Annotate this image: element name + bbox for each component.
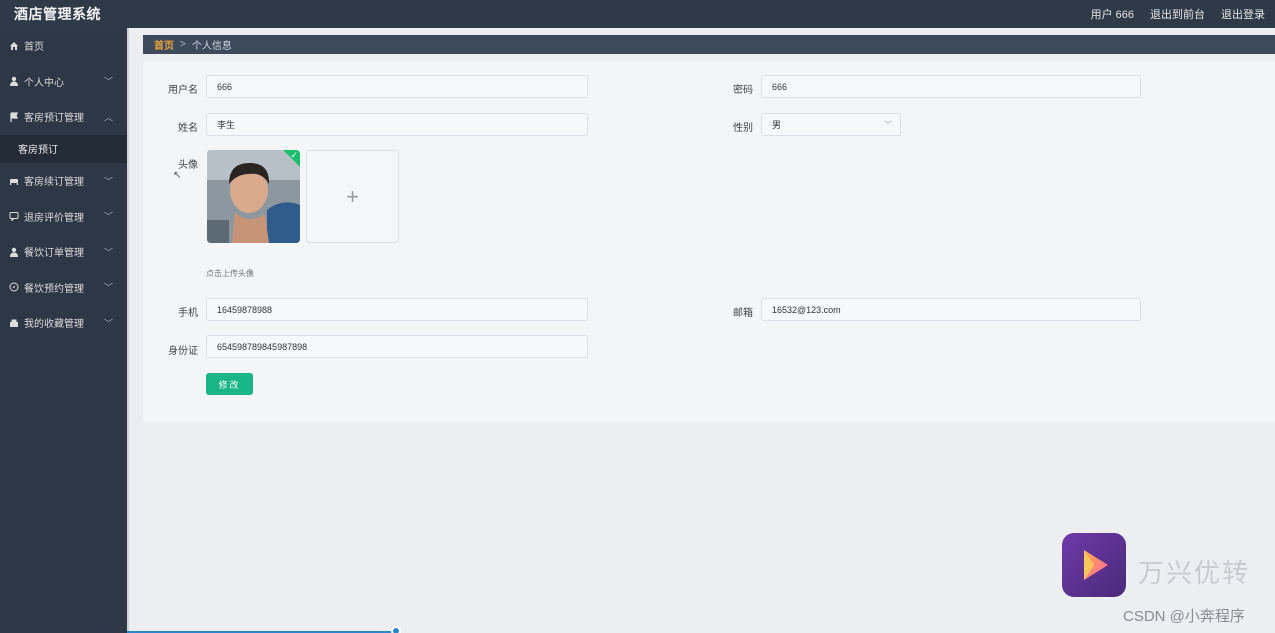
sidebar-item-checkout-review[interactable]: 退房评价管理 ﹀ [0, 198, 127, 234]
sidebar-item-label: 我的收藏管理 [24, 319, 84, 331]
sidebar-item-label: 首页 [24, 42, 44, 54]
current-user-label[interactable]: 用户 666 [1091, 6, 1134, 22]
top-bar: 酒店管理系统 用户 666 退出到前台 退出登录 [0, 0, 1275, 28]
id-card-value: 654598789845987898 [217, 341, 308, 352]
username-value: 666 [217, 81, 233, 92]
name-value: 李生 [217, 120, 236, 130]
gender-value: 男 [772, 120, 782, 130]
compass-icon [8, 281, 20, 293]
wondershare-logo [1062, 533, 1126, 597]
user-icon [8, 75, 20, 87]
chevron-down-icon: ﹀ [103, 211, 113, 222]
email-field[interactable]: 16532@123.com [761, 298, 1141, 321]
avatar-upload-button[interactable]: + [306, 150, 399, 243]
plus-icon: + [346, 183, 359, 209]
play-logo-icon [1084, 550, 1108, 580]
breadcrumb-current: 个人信息 [191, 41, 232, 52]
username-field[interactable]: 666 [206, 75, 588, 98]
sidebar-item-label: 餐饮订单管理 [24, 248, 84, 260]
sidebar-item-label: 餐饮预约管理 [24, 283, 84, 295]
email-value: 16532@123.com [772, 304, 841, 315]
video-progress-handle[interactable] [391, 626, 401, 633]
gender-label: 性别 [733, 123, 753, 134]
id-card-label: 身份证 [168, 346, 198, 357]
home-icon [8, 40, 20, 52]
chevron-down-icon: ﹀ [103, 247, 113, 258]
sidebar-divider [127, 28, 129, 633]
sidebar-item-label: 客房预订管理 [24, 113, 84, 125]
name-label: 姓名 [178, 123, 198, 134]
password-field[interactable]: 666 [761, 75, 1141, 98]
phone-value: 16459878988 [217, 304, 273, 315]
phone-field[interactable]: 16459878988 [206, 298, 588, 321]
check-icon: ✓ [290, 150, 298, 160]
comment-icon [8, 210, 20, 222]
sidebar-item-label: 个人中心 [24, 77, 64, 89]
email-label: 邮箱 [733, 308, 753, 319]
chevron-down-icon: ﹀ [103, 282, 113, 293]
top-right-links: 用户 666 退出到前台 退出登录 [1091, 6, 1265, 22]
sidebar-item-my-favorites[interactable]: 我的收藏管理 ﹀ [0, 305, 127, 341]
avatar-image[interactable]: ✓ [207, 150, 300, 243]
breadcrumb-home-link[interactable]: 首页 [154, 37, 174, 52]
avatar-photo-icon [207, 150, 300, 243]
modify-button[interactable]: 修改 [206, 373, 253, 395]
watermark-brand: 万兴优转 [1138, 558, 1251, 588]
sidebar-item-label: 客房续订管理 [24, 177, 84, 189]
mouse-cursor-icon: ↖ [173, 170, 182, 181]
sidebar-item-room-booking[interactable]: 客房预订管理 ︿ [0, 99, 127, 135]
flag-icon [8, 111, 20, 123]
avatar-label: 头像 [178, 160, 198, 171]
username-label: 用户名 [168, 85, 198, 96]
password-label: 密码 [733, 85, 753, 96]
chevron-down-icon: ﹀ [103, 76, 113, 87]
id-card-field[interactable]: 654598789845987898 [206, 335, 588, 358]
user-icon [8, 246, 20, 258]
avatar-upload-tip: 点击上传头像 [206, 269, 254, 278]
gender-select[interactable]: 男 ﹀ [761, 113, 901, 136]
chevron-down-icon: ﹀ [884, 120, 892, 129]
sidebar-item-room-renewal[interactable]: 客房续订管理 ﹀ [0, 163, 127, 199]
bookmark-icon [8, 317, 20, 329]
bed-icon [8, 175, 20, 187]
chevron-down-icon: ﹀ [103, 176, 113, 187]
sidebar-item-personal-center[interactable]: 个人中心 ﹀ [0, 64, 127, 100]
sidebar-item-dining-reservations[interactable]: 餐饮预约管理 ﹀ [0, 270, 127, 306]
sidebar: 首页 个人中心 ﹀ 客房预订管理 ︿ 客房预订 客房续订管理 ﹀ 退房评价管理 … [0, 28, 127, 633]
chevron-up-icon: ︿ [103, 112, 113, 123]
name-field[interactable]: 李生 [206, 113, 588, 136]
phone-label: 手机 [178, 308, 198, 319]
exit-to-front-link[interactable]: 退出到前台 [1150, 6, 1205, 22]
breadcrumb-separator: > [180, 39, 186, 50]
sidebar-subitem-room-booking[interactable]: 客房预订 [0, 134, 127, 163]
watermark-credit: CSDN @小奔程序 [1123, 608, 1245, 625]
app-title: 酒店管理系统 [14, 6, 101, 22]
sidebar-item-dining-orders[interactable]: 餐饮订单管理 ﹀ [0, 234, 127, 270]
sidebar-item-home[interactable]: 首页 [0, 28, 127, 64]
logout-link[interactable]: 退出登录 [1221, 6, 1265, 22]
sidebar-item-label: 退房评价管理 [24, 212, 84, 224]
breadcrumb: 首页 > 个人信息 [143, 35, 1275, 54]
password-value: 666 [772, 81, 788, 92]
chevron-down-icon: ﹀ [103, 318, 113, 329]
